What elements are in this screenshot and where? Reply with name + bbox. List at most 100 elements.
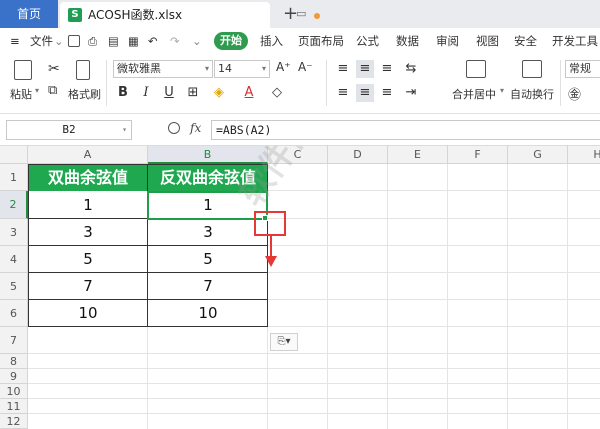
name-box-value: B2: [62, 123, 76, 136]
menu-bar: ≡ 文件 ⌄ ⎙ ▤ ▦ ↶ ↷ ⌄ 开始 插入 页面布局 公式 数据 审阅 视…: [0, 28, 600, 54]
paste-dropdown-icon[interactable]: ▾: [35, 86, 39, 95]
align-middle-icon[interactable]: ≡: [356, 60, 374, 78]
merge-center-icon[interactable]: [466, 60, 486, 78]
column-header-e[interactable]: E: [388, 146, 448, 164]
row-header-11[interactable]: 11: [0, 399, 28, 414]
font-color-icon[interactable]: A: [240, 84, 258, 102]
text-direction-icon[interactable]: ⇆: [402, 60, 420, 78]
currency-icon[interactable]: ㊎: [568, 84, 581, 103]
print-icon[interactable]: ▤: [108, 28, 119, 54]
cell-b4[interactable]: 5: [149, 246, 267, 272]
redo-icon[interactable]: ↷: [170, 28, 180, 54]
save-icon[interactable]: [68, 35, 80, 47]
more-icon[interactable]: ⌄: [192, 28, 202, 54]
row-header-8[interactable]: 8: [0, 354, 28, 369]
decrease-font-button[interactable]: A⁻: [298, 60, 313, 74]
menu-formula[interactable]: 公式: [356, 28, 379, 54]
ribbon-divider: [106, 60, 107, 106]
name-box[interactable]: B2 ▾: [6, 120, 132, 140]
auto-wrap-icon[interactable]: [522, 60, 542, 78]
undo-icon[interactable]: ↶: [148, 28, 158, 54]
row-header-1[interactable]: 1: [0, 164, 28, 191]
format-painter-button[interactable]: 格式刷: [68, 86, 101, 102]
increase-font-button[interactable]: A⁺: [276, 60, 291, 74]
column-header-c[interactable]: C: [268, 146, 328, 164]
cell-a4[interactable]: 5: [29, 246, 147, 272]
zoom-icon[interactable]: [168, 122, 180, 134]
formula-bar: B2 ▾ fx =ABS(A2): [0, 114, 600, 146]
menu-file[interactable]: 文件: [30, 28, 53, 54]
column-header-a[interactable]: A: [28, 146, 148, 164]
menu-security[interactable]: 安全: [514, 28, 537, 54]
merge-center-button[interactable]: 合并居中: [452, 86, 496, 102]
merge-dropdown-icon[interactable]: ▾: [500, 86, 504, 95]
bold-button[interactable]: B: [114, 84, 132, 102]
row-header-6[interactable]: 6: [0, 300, 28, 327]
row-header-2[interactable]: 2: [0, 191, 28, 219]
menu-dropdown-icon[interactable]: ⌄: [54, 28, 64, 54]
italic-button[interactable]: I: [137, 84, 155, 102]
tab-file[interactable]: S ACOSH函数.xlsx ▭: [60, 2, 320, 28]
menu-start[interactable]: 开始: [214, 32, 248, 50]
menu-developer[interactable]: 开发工具: [552, 28, 598, 54]
cut-icon[interactable]: ✂: [48, 61, 60, 77]
paste-icon[interactable]: [14, 60, 32, 80]
chevron-down-icon: ▾: [122, 125, 127, 134]
column-header-g[interactable]: G: [508, 146, 568, 164]
column-header-h[interactable]: H: [568, 146, 600, 164]
row-header-12[interactable]: 12: [0, 414, 28, 429]
cell-b5[interactable]: 7: [149, 273, 267, 299]
cell-b6[interactable]: 10: [149, 300, 267, 326]
paste-button[interactable]: 粘贴: [10, 86, 32, 102]
align-left-icon[interactable]: ≡: [334, 84, 352, 102]
print-preview-icon[interactable]: ⎙: [88, 28, 97, 54]
font-name-select[interactable]: 微软雅黑 ▾: [113, 60, 213, 78]
align-bottom-icon[interactable]: ≡: [378, 60, 396, 78]
cell-a3[interactable]: 3: [29, 219, 147, 245]
hamburger-icon[interactable]: ≡: [10, 28, 20, 54]
paste-options-button[interactable]: ⎘▾: [270, 333, 298, 351]
font-size-select[interactable]: 14 ▾: [214, 60, 270, 78]
gridline: [28, 413, 600, 414]
row-header-5[interactable]: 5: [0, 273, 28, 300]
row-header-4[interactable]: 4: [0, 246, 28, 273]
eraser-icon[interactable]: ◇: [268, 84, 286, 102]
border-icon[interactable]: ⊞: [184, 84, 202, 102]
align-right-icon[interactable]: ≡: [378, 84, 396, 102]
column-header-d[interactable]: D: [328, 146, 388, 164]
fx-icon[interactable]: fx: [190, 121, 201, 135]
formula-input[interactable]: =ABS(A2): [211, 120, 600, 140]
menu-review[interactable]: 审阅: [436, 28, 459, 54]
auto-wrap-button[interactable]: 自动换行: [510, 86, 554, 102]
menu-page-layout[interactable]: 页面布局: [298, 28, 344, 54]
row-header-3[interactable]: 3: [0, 219, 28, 246]
copy-icon[interactable]: ⧉: [48, 83, 57, 98]
number-format-value: 常规: [569, 62, 591, 75]
menu-data[interactable]: 数据: [396, 28, 419, 54]
menu-insert[interactable]: 插入: [260, 28, 283, 54]
cell-a1[interactable]: 双曲余弦值: [28, 164, 148, 191]
align-center-icon[interactable]: ≡: [356, 84, 374, 102]
align-top-icon[interactable]: ≡: [334, 60, 352, 78]
fill-color-icon[interactable]: ◈: [210, 84, 228, 102]
cell-b3[interactable]: 3: [149, 219, 267, 245]
row-header-7[interactable]: 7: [0, 327, 28, 354]
cell-b1[interactable]: 反双曲余弦值: [148, 164, 268, 191]
cell-a5[interactable]: 7: [29, 273, 147, 299]
tab-home[interactable]: 首页: [0, 0, 58, 28]
format-painter-icon[interactable]: [76, 60, 90, 80]
row-header-10[interactable]: 10: [0, 384, 28, 399]
gridline: [28, 326, 600, 327]
underline-button[interactable]: U: [160, 84, 178, 102]
indent-icon[interactable]: ⇥: [402, 84, 420, 102]
menu-view[interactable]: 视图: [476, 28, 499, 54]
export-icon[interactable]: ▦: [128, 28, 139, 54]
column-header-f[interactable]: F: [448, 146, 508, 164]
select-all-corner[interactable]: [0, 146, 28, 164]
column-header-b[interactable]: B: [148, 146, 268, 164]
cell-a6[interactable]: 10: [29, 300, 147, 326]
number-format-select[interactable]: 常规: [565, 60, 600, 78]
row-header-9[interactable]: 9: [0, 369, 28, 384]
cell-a2[interactable]: 1: [29, 192, 147, 218]
add-tab-button[interactable]: +: [283, 2, 298, 26]
